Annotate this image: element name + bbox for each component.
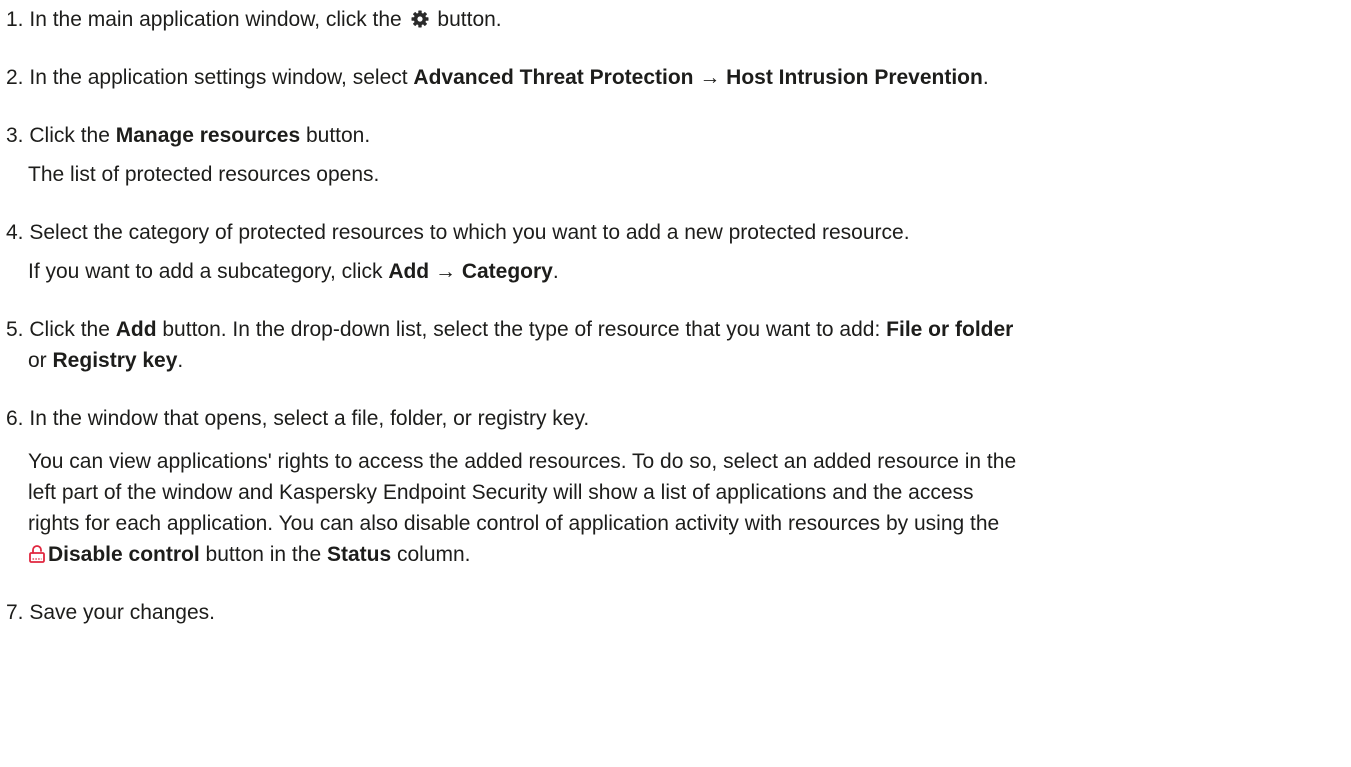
ui-term-add: Add <box>115 318 157 341</box>
step-3-text: 3. Click the Manage resources button. <box>6 120 1351 151</box>
step-7: 7. Save your changes. <box>6 597 1351 628</box>
step-5-text-post: . <box>177 349 184 372</box>
step-6-note-post: column. <box>391 543 471 566</box>
step-6-note-line2: left part of the window and Kaspersky En… <box>28 481 974 504</box>
ui-term-file-or-folder: File or folder <box>886 318 1014 341</box>
step-1: 1. In the main application window, click… <box>6 4 1351 35</box>
step-4-note-post: . <box>552 260 559 283</box>
step-2-text-pre: In the application settings window, sele… <box>29 66 414 89</box>
step-6: 6. In the window that opens, select a fi… <box>6 403 1351 570</box>
step-number: 3. <box>6 124 24 147</box>
step-4-note: If you want to add a subcategory, click … <box>6 256 1351 287</box>
step-1-text: 1. In the main application window, click… <box>6 4 1351 35</box>
step-5-line2-pre: or <box>28 349 53 372</box>
step-5: 5. Click the Add button. In the drop-dow… <box>6 314 1351 376</box>
step-6-note-line4: Disable control button in the Status col… <box>28 539 1331 570</box>
step-6-note: You can view applications' rights to acc… <box>6 446 1351 570</box>
step-7-text-body: Save your changes. <box>29 601 215 624</box>
ui-term-disable-control: Disable control <box>48 543 200 566</box>
arrow-separator: → <box>693 66 727 89</box>
step-3-note: The list of protected resources opens. <box>28 163 380 186</box>
step-1-text-pre: In the main application window, click th… <box>29 8 402 31</box>
step-2-text: 2. In the application settings window, s… <box>6 62 1351 93</box>
step-5-text: 5. Click the Add button. In the drop-dow… <box>6 314 1351 345</box>
step-6-text: 6. In the window that opens, select a fi… <box>6 403 1351 434</box>
step-1-text-post: button. <box>437 8 502 31</box>
step-6-note-line3: rights for each application. You can als… <box>28 512 1000 535</box>
ui-term-registry-key: Registry key <box>52 349 178 372</box>
ui-term-manage-resources: Manage resources <box>115 124 301 147</box>
step-2: 2. In the application settings window, s… <box>6 62 1351 93</box>
step-4-note-pre: If you want to add a subcategory, click <box>28 260 389 283</box>
step-6-note-line1: You can view applications' rights to acc… <box>28 450 1017 473</box>
step-number: 7. <box>6 601 24 624</box>
ui-term-category: Category <box>461 260 553 283</box>
arrow-separator: → <box>429 260 462 283</box>
ui-term-status: Status <box>326 543 392 566</box>
step-number: 1. <box>6 8 24 31</box>
step-4-text: 4. Select the category of protected reso… <box>6 217 1351 248</box>
gear-icon <box>410 7 430 28</box>
step-3: 3. Click the Manage resources button. Th… <box>6 120 1351 190</box>
ui-term-host-intrusion-prevention: Host Intrusion Prevention <box>726 66 983 89</box>
step-4-text-body: Select the category of protected resourc… <box>29 221 910 244</box>
lock-icon <box>28 542 46 563</box>
step-6-text-body: In the window that opens, select a file,… <box>29 407 590 430</box>
ui-term-advanced-threat-protection: Advanced Threat Protection <box>413 66 694 89</box>
step-5-text-mid: button. In the drop-down list, select th… <box>156 318 887 341</box>
instruction-steps: 1. In the main application window, click… <box>0 0 1351 628</box>
step-5-text-pre: Click the <box>29 318 116 341</box>
step-number: 4. <box>6 221 24 244</box>
step-4: 4. Select the category of protected reso… <box>6 217 1351 287</box>
step-5-text-line2: or Registry key. <box>6 345 1351 376</box>
step-3-text-pre: Click the <box>29 124 116 147</box>
step-3-text-post: button. <box>300 124 371 147</box>
step-number: 5. <box>6 318 24 341</box>
step-2-text-post: . <box>982 66 989 89</box>
step-6-note-mid: button in the <box>199 543 327 566</box>
step-number: 6. <box>6 407 24 430</box>
step-number: 2. <box>6 66 24 89</box>
step-7-text: 7. Save your changes. <box>6 597 1351 628</box>
ui-term-add: Add <box>388 260 430 283</box>
